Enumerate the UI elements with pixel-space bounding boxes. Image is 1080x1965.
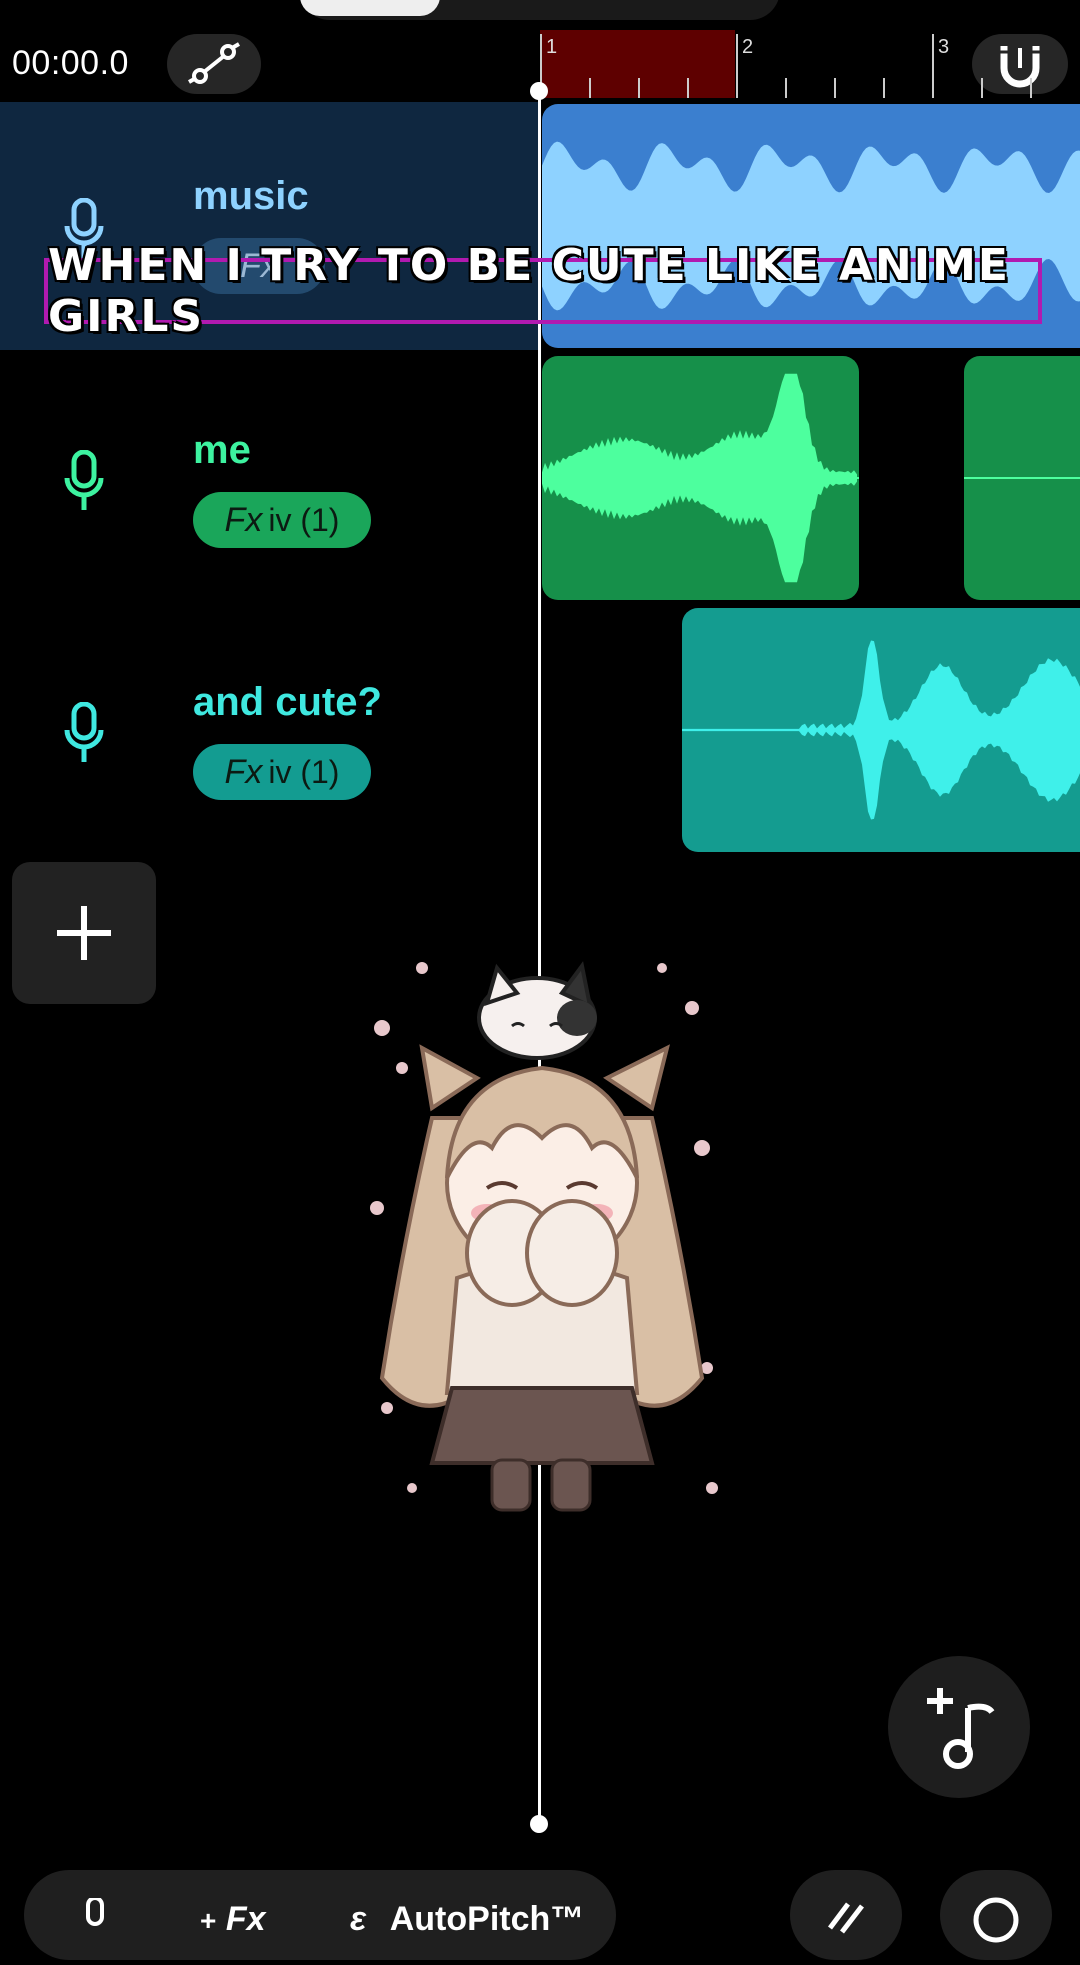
timeline-ruler[interactable]: 1 2 3 <box>540 30 1080 98</box>
playhead-handle[interactable] <box>530 82 548 100</box>
add-beat-button[interactable] <box>888 1656 1030 1798</box>
add-track-button[interactable] <box>12 862 156 1004</box>
microphone-icon <box>64 702 104 762</box>
video-caption: WHEN I TRY TO BE CUTE LIKE ANIME GIRLS <box>44 240 1042 342</box>
edit-lines-icon <box>828 1902 864 1934</box>
audio-region-and-cute[interactable] <box>682 608 1080 852</box>
track-name: music <box>193 174 309 218</box>
waveform <box>682 640 1080 820</box>
playhead-handle[interactable] <box>530 1815 548 1833</box>
fx-preset-label: iv (1) <box>268 753 340 790</box>
fx-button[interactable]: Fx iv (1) <box>193 492 371 548</box>
fx-label: Fx <box>224 752 263 791</box>
caption-text: WHEN I TRY TO BE CUTE LIKE ANIME GIRLS <box>48 240 1010 342</box>
anime-girl-sticker <box>370 961 718 1512</box>
autopitch-icon: ε <box>350 1900 367 1938</box>
track-header-me[interactable]: me Fx iv (1) <box>0 352 540 600</box>
fx-label: Fx <box>224 500 263 539</box>
bar-number: 2 <box>742 36 754 58</box>
recording-studio-screen: 00:00.0 1 2 3 music Fx me Fx iv (1) and … <box>0 0 1080 1960</box>
playback-time: 00:00.0 <box>12 44 129 82</box>
fx-preset-label: iv (1) <box>268 501 340 538</box>
waveform <box>964 477 1080 479</box>
audio-region-me[interactable] <box>964 356 1080 600</box>
track-name: and cute? <box>193 680 382 724</box>
waveform <box>542 373 859 583</box>
fx-button[interactable]: Fx iv (1) <box>193 744 371 800</box>
bar-number: 3 <box>938 36 950 58</box>
plus-icon: + <box>200 1905 217 1936</box>
plus-icon <box>57 906 111 960</box>
automation-icon <box>188 42 240 84</box>
microphone-icon[interactable] <box>80 1898 110 1938</box>
fx-tool-label: Fx <box>225 1900 266 1938</box>
search-icon <box>973 1897 1019 1943</box>
settings-tool-button[interactable] <box>790 1870 902 1960</box>
audio-region-me[interactable] <box>542 356 859 600</box>
search-tool-button[interactable] <box>940 1870 1052 1960</box>
track-header-and-cute[interactable]: and cute? Fx iv (1) <box>0 604 540 852</box>
add-music-note-icon <box>927 1688 995 1769</box>
bar-number: 1 <box>546 36 558 58</box>
autopitch-label: AutoPitch™ <box>389 1900 585 1938</box>
automation-button[interactable] <box>167 34 261 94</box>
status-bar-pill <box>300 0 440 16</box>
microphone-icon <box>64 450 104 510</box>
track-name: me <box>193 428 251 472</box>
